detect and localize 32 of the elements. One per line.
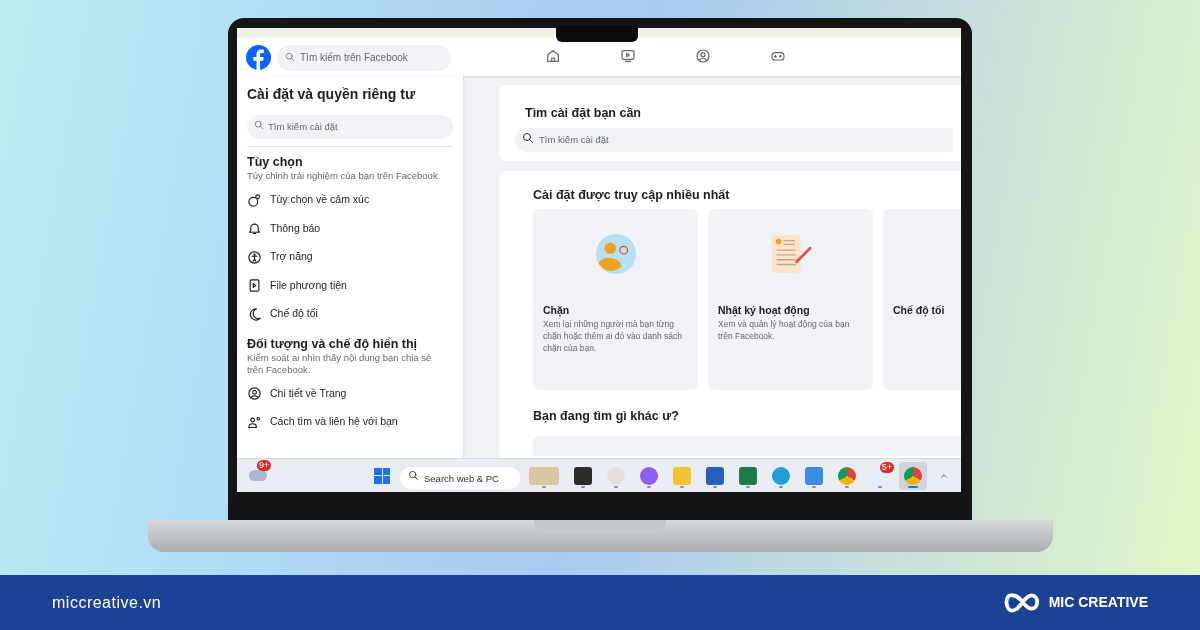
sidebar-title: Cài đặt và quyền riêng tư bbox=[247, 85, 417, 103]
notification-badge: 9+ bbox=[257, 460, 272, 471]
panel-title: Cài đặt được truy cập nhiều nhất bbox=[533, 187, 731, 203]
card-title: Chế độ tối bbox=[893, 304, 946, 317]
brand-name: MIC CREATIVE bbox=[1048, 593, 1148, 612]
section-title: Đối tượng và chế độ hiển thị bbox=[247, 336, 419, 352]
settings-menu-item[interactable]: Thông báo bbox=[247, 214, 453, 243]
taskbar-button[interactable]: 5+ bbox=[866, 461, 894, 490]
settings-menu-item[interactable]: File phương tiện bbox=[247, 271, 453, 300]
settings-search-field[interactable]: Tìm kiếm cài đặt bbox=[515, 127, 953, 152]
notification-badge: 5+ bbox=[879, 461, 894, 473]
settings-menu-item[interactable]: Chế độ tối bbox=[247, 300, 453, 329]
website-link[interactable]: miccreative.vn bbox=[52, 590, 162, 615]
section-description: Tùy chỉnh trải nghiệm của bạn trên Facebook. bbox=[247, 170, 442, 182]
settings-menu-item[interactable]: Cách tìm và liên hệ với bạn bbox=[247, 408, 453, 437]
settings-card[interactable]: Nhật ký hoạt động Xem và quản lý hoạt động của bạn trên Facebook. bbox=[708, 209, 873, 390]
settings-menu-item[interactable]: Trợ năng bbox=[247, 243, 453, 272]
card-description: Xem lại những người mà bạn từng chặn hoặc thêm ai đó vào danh sách chặn của bạn. bbox=[543, 318, 683, 354]
card-title: Chặn bbox=[543, 304, 571, 317]
card-title: Nhật ký hoạt động bbox=[718, 304, 811, 317]
settings-card[interactable]: Chế độ tối bbox=[883, 209, 961, 390]
section-title: Tùy chọn bbox=[247, 155, 304, 170]
facebook-search-field[interactable]: Tìm kiếm trên Facebook bbox=[277, 44, 451, 71]
settings-search-field[interactable]: Tìm kiếm cài đặt bbox=[247, 114, 453, 139]
section-title: Bạn đang tìm gì khác ư? bbox=[533, 408, 680, 424]
settings-menu-item[interactable]: Tùy chọn về cảm xúc bbox=[247, 186, 453, 215]
section-description: Kiểm soát ai nhìn thấy nội dung bạn chia sẻ trên Facebook. bbox=[247, 351, 433, 376]
taskbar-search-field[interactable]: Search web & PC bbox=[400, 467, 520, 489]
settings-card[interactable]: Chặn Xem lại những người mà bạn từng chặn hoặc thêm ai đó vào danh sách chặn của bạn. bbox=[533, 209, 698, 390]
settings-menu-item[interactable]: Chi tiết về Trang bbox=[247, 379, 453, 408]
card-title: Tìm cài đặt bạn cần bbox=[525, 105, 642, 121]
card-description: Xem và quản lý hoạt động của bạn trên Facebook. bbox=[718, 318, 851, 342]
